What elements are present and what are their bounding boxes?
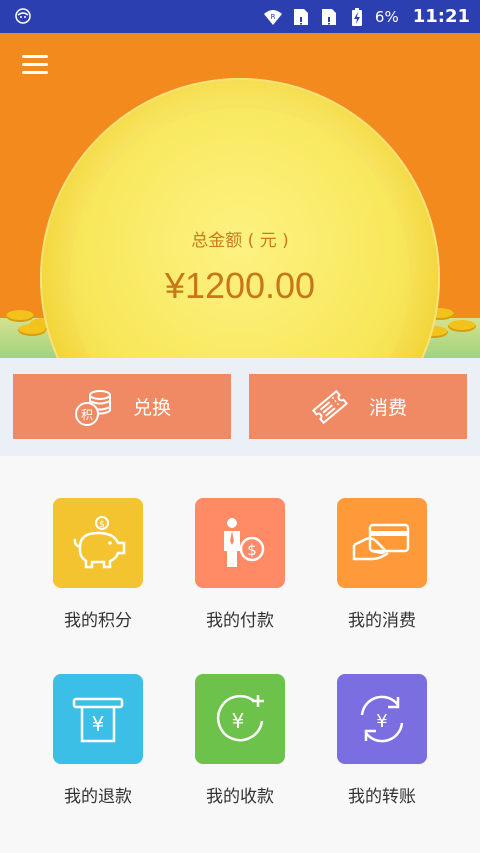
action-bar: 积 兑换 消费 bbox=[0, 358, 480, 456]
consume-label: 消费 bbox=[368, 397, 407, 419]
tile-my-points[interactable]: $ 我的积分 bbox=[27, 498, 169, 631]
svg-text:¥: ¥ bbox=[232, 709, 245, 733]
consume-button[interactable]: 消费 bbox=[249, 374, 467, 439]
transfer-icon: ¥ bbox=[360, 695, 404, 743]
clock: 11:21 bbox=[412, 6, 470, 27]
tile-my-transfers[interactable]: ¥ 我的转账 bbox=[311, 674, 453, 807]
tile-label: 我的消费 bbox=[348, 611, 416, 631]
tile-label: 我的转账 bbox=[348, 787, 416, 807]
tile-label: 我的付款 bbox=[206, 611, 274, 631]
menu-icon[interactable] bbox=[20, 51, 52, 79]
ticket-icon bbox=[311, 389, 349, 424]
exchange-button[interactable]: 积 兑换 bbox=[13, 374, 231, 439]
card-hand-icon bbox=[352, 523, 410, 561]
feature-grid: $ 我的积分 $ 我的付款 我的消费 ¥ 我的退款 ¥ 我的收款 ¥ 我的转账 bbox=[0, 456, 480, 853]
svg-text:R: R bbox=[270, 13, 275, 21]
payer-icon: $ bbox=[224, 518, 265, 567]
piggy-bank-icon: $ bbox=[73, 516, 126, 569]
battery-charging-icon bbox=[351, 7, 362, 26]
tile-icon-box: ¥ bbox=[337, 674, 427, 764]
tile-my-receipts[interactable]: ¥ 我的收款 bbox=[169, 674, 311, 807]
tile-icon-box: ¥ bbox=[195, 674, 285, 764]
tile-label: 我的收款 bbox=[206, 787, 274, 807]
total-amount-value: ¥1200.00 bbox=[164, 265, 316, 306]
tile-icon-box bbox=[337, 498, 427, 588]
refund-receipt-icon: ¥ bbox=[72, 697, 124, 743]
status-bar: R 6% 11:21 bbox=[0, 0, 480, 33]
points-exchange-icon: 积 bbox=[74, 389, 111, 426]
tile-my-refunds[interactable]: ¥ 我的退款 bbox=[27, 674, 169, 807]
sim1-icon bbox=[293, 8, 308, 25]
svg-text:¥: ¥ bbox=[92, 712, 105, 736]
tile-my-spending[interactable]: 我的消费 bbox=[311, 498, 453, 631]
tile-icon-box: $ bbox=[195, 498, 285, 588]
tile-label: 我的积分 bbox=[64, 611, 132, 631]
tile-icon-box: $ bbox=[53, 498, 143, 588]
total-amount-label: 总金额 ( 元 ) bbox=[191, 231, 289, 251]
balance-hero: 总金额 ( 元 ) ¥1200.00 bbox=[0, 33, 480, 358]
app-notification-icon bbox=[15, 8, 31, 24]
battery-percent: 6% bbox=[374, 7, 399, 26]
svg-text:积: 积 bbox=[81, 408, 93, 422]
wifi-icon: R bbox=[263, 9, 282, 25]
exchange-label: 兑换 bbox=[132, 397, 171, 419]
svg-text:¥: ¥ bbox=[376, 711, 387, 732]
tile-my-payments[interactable]: $ 我的付款 bbox=[169, 498, 311, 631]
tile-label: 我的退款 bbox=[64, 787, 132, 807]
svg-text:$: $ bbox=[247, 541, 257, 559]
tile-icon-box: ¥ bbox=[53, 674, 143, 764]
receive-money-icon: ¥ bbox=[216, 694, 264, 742]
svg-text:$: $ bbox=[99, 520, 105, 530]
sim2-icon bbox=[321, 8, 336, 25]
